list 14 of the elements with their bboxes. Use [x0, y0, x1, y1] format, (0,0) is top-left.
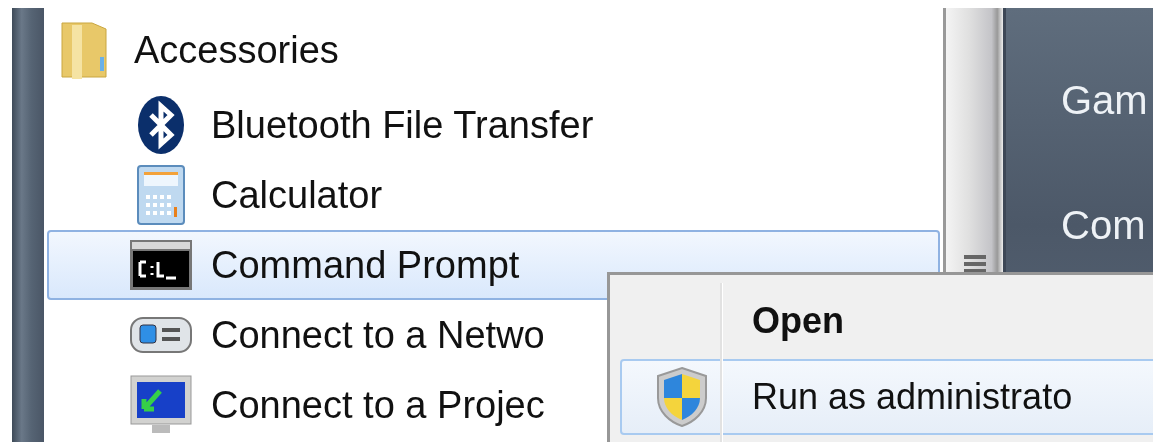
folder-icon [60, 19, 110, 81]
monitor-icon [130, 375, 192, 435]
bluetooth-icon [137, 95, 185, 155]
program-item[interactable]: Bluetooth File Transfer [47, 90, 940, 160]
folder-label[interactable]: Accessories [134, 28, 339, 72]
panel-link[interactable]: Com [1061, 203, 1153, 248]
menu-item[interactable]: Run as administrato [620, 359, 1153, 435]
panel-link[interactable]: Gam [1061, 78, 1153, 123]
network-card-icon [130, 317, 192, 353]
program-item[interactable]: Calculator [47, 160, 940, 230]
calculator-icon [137, 165, 185, 225]
grip-icon [963, 253, 986, 273]
console-icon [130, 240, 192, 290]
shield-icon [655, 366, 709, 428]
